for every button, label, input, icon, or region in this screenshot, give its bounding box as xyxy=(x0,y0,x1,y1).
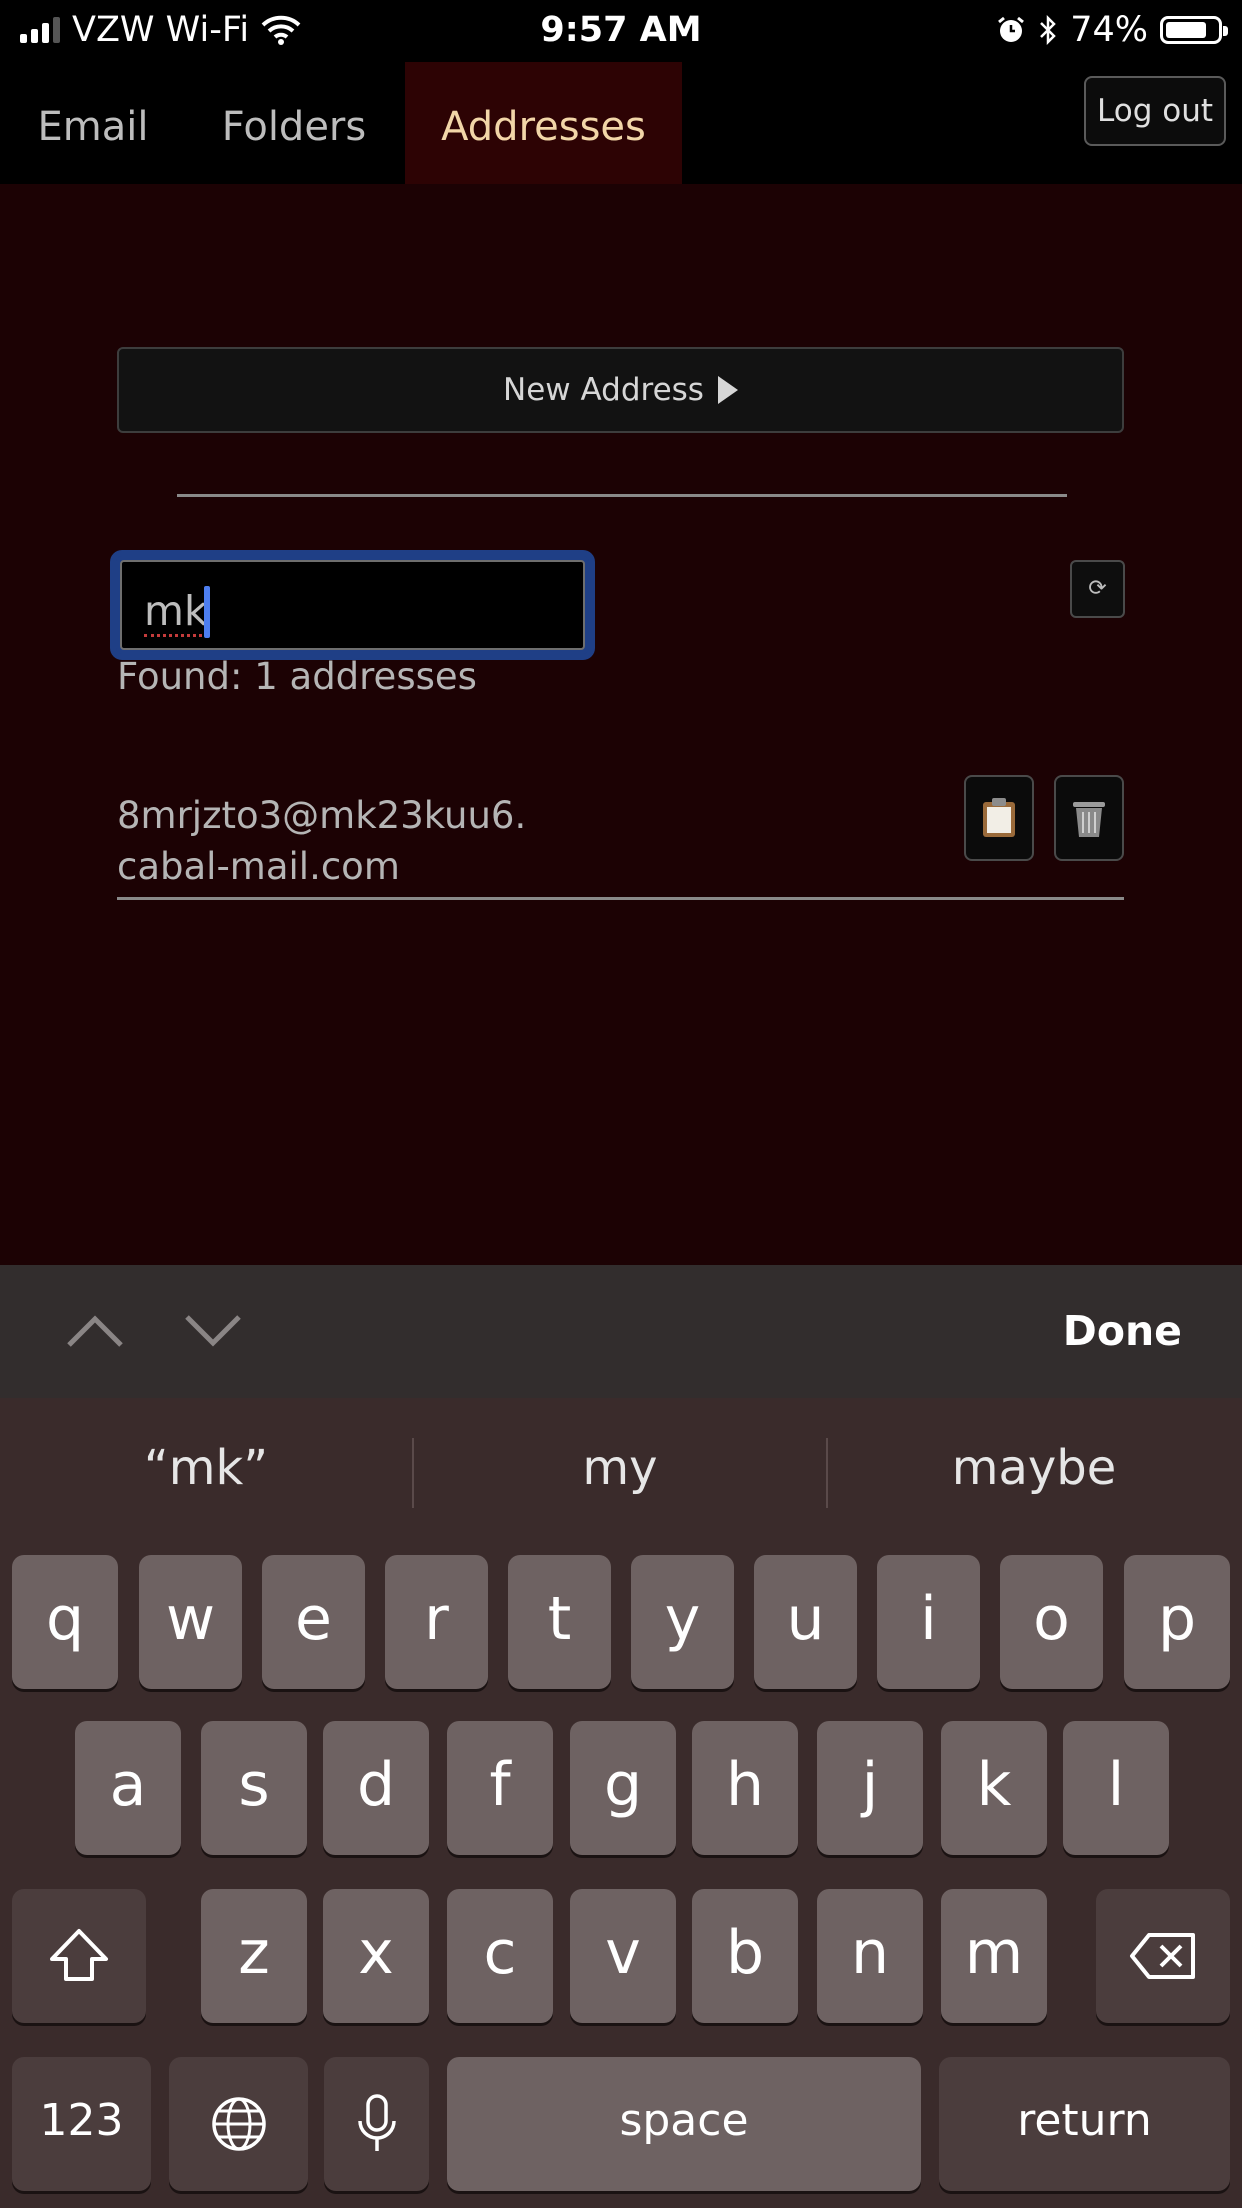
trash-icon xyxy=(1073,802,1105,837)
globe-key[interactable] xyxy=(169,2057,308,2191)
backspace-key[interactable] xyxy=(1096,1889,1230,2023)
key-o[interactable]: o xyxy=(1000,1555,1103,1689)
address-text: 8mrjzto3@mk23kuu6. cabal-mail.com xyxy=(117,790,526,892)
key-d[interactable]: d xyxy=(323,1721,429,1855)
microphone-icon xyxy=(357,2094,396,2151)
key-c[interactable]: c xyxy=(447,1889,553,2023)
chevron-down-icon[interactable] xyxy=(184,1313,242,1349)
copy-button[interactable] xyxy=(964,775,1034,861)
shift-icon xyxy=(50,1929,108,1981)
key-b[interactable]: b xyxy=(692,1889,798,2023)
key-p[interactable]: p xyxy=(1124,1555,1230,1689)
battery-percent: 74% xyxy=(1070,10,1148,50)
search-input-value: mk xyxy=(144,587,208,637)
new-address-label: New Address xyxy=(503,372,704,408)
bluetooth-icon xyxy=(1040,15,1056,45)
return-key[interactable]: return xyxy=(939,2057,1230,2191)
suggestion-2[interactable]: my xyxy=(414,1440,826,1496)
play-triangle-icon xyxy=(717,376,738,404)
backspace-icon xyxy=(1130,1933,1195,1979)
address-line-1: 8mrjzto3@mk23kuu6. xyxy=(117,794,527,837)
key-u[interactable]: u xyxy=(754,1555,857,1689)
tab-folders[interactable]: Folders xyxy=(196,62,392,184)
key-l[interactable]: l xyxy=(1063,1721,1169,1855)
key-m[interactable]: m xyxy=(941,1889,1047,2023)
clipboard-icon xyxy=(983,798,1015,837)
address-line-2: cabal-mail.com xyxy=(117,845,400,888)
alarm-icon xyxy=(998,16,1025,42)
search-input[interactable]: mk xyxy=(110,550,595,660)
numbers-key[interactable]: 123 xyxy=(12,2057,151,2191)
key-x[interactable]: x xyxy=(323,1889,429,2023)
new-address-button[interactable]: New Address xyxy=(117,347,1124,433)
key-h[interactable]: h xyxy=(692,1721,798,1855)
refresh-icon[interactable]: ⟳ xyxy=(1070,560,1125,618)
logout-button[interactable]: Log out xyxy=(1084,76,1226,146)
found-count: Found: 1 addresses xyxy=(117,655,477,698)
key-r[interactable]: r xyxy=(385,1555,488,1689)
key-t[interactable]: t xyxy=(508,1555,611,1689)
key-e[interactable]: e xyxy=(262,1555,365,1689)
status-bar: VZW Wi-Fi 9:57 AM 74% xyxy=(0,0,1242,62)
battery-icon xyxy=(1160,16,1228,44)
status-right: 74% xyxy=(996,10,1228,50)
suggestion-1[interactable]: “mk” xyxy=(0,1440,412,1496)
shift-key[interactable] xyxy=(12,1889,146,2023)
top-bar: VZW Wi-Fi 9:57 AM 74% Email Folders Addr… xyxy=(0,0,1242,184)
key-k[interactable]: k xyxy=(941,1721,1047,1855)
address-row: 8mrjzto3@mk23kuu6. cabal-mail.com xyxy=(117,745,1124,900)
key-y[interactable]: y xyxy=(631,1555,734,1689)
keyboard: “mk” my maybe q w e r t y u i o p a s d … xyxy=(0,1398,1242,2208)
microphone-key[interactable] xyxy=(324,2057,429,2191)
space-key[interactable]: space xyxy=(447,2057,921,2191)
delete-button[interactable] xyxy=(1054,775,1124,861)
key-v[interactable]: v xyxy=(570,1889,676,2023)
search-input-field[interactable]: mk xyxy=(120,560,585,650)
suggestion-3[interactable]: maybe xyxy=(828,1440,1240,1496)
globe-icon xyxy=(211,2097,266,2151)
divider xyxy=(177,494,1067,497)
key-z[interactable]: z xyxy=(201,1889,307,2023)
key-j[interactable]: j xyxy=(817,1721,923,1855)
key-i[interactable]: i xyxy=(877,1555,980,1689)
done-button[interactable]: Done xyxy=(1063,1307,1182,1355)
keyboard-accessory-bar: Done xyxy=(0,1265,1242,1398)
text-caret xyxy=(204,586,210,638)
key-n[interactable]: n xyxy=(817,1889,923,2023)
tab-addresses[interactable]: Addresses xyxy=(405,62,682,184)
chevron-up-icon[interactable] xyxy=(66,1313,124,1349)
tab-email[interactable]: Email xyxy=(0,62,186,184)
key-f[interactable]: f xyxy=(447,1721,553,1855)
key-q[interactable]: q xyxy=(12,1555,118,1689)
key-a[interactable]: a xyxy=(75,1721,181,1855)
key-s[interactable]: s xyxy=(201,1721,307,1855)
key-w[interactable]: w xyxy=(139,1555,242,1689)
key-g[interactable]: g xyxy=(570,1721,676,1855)
